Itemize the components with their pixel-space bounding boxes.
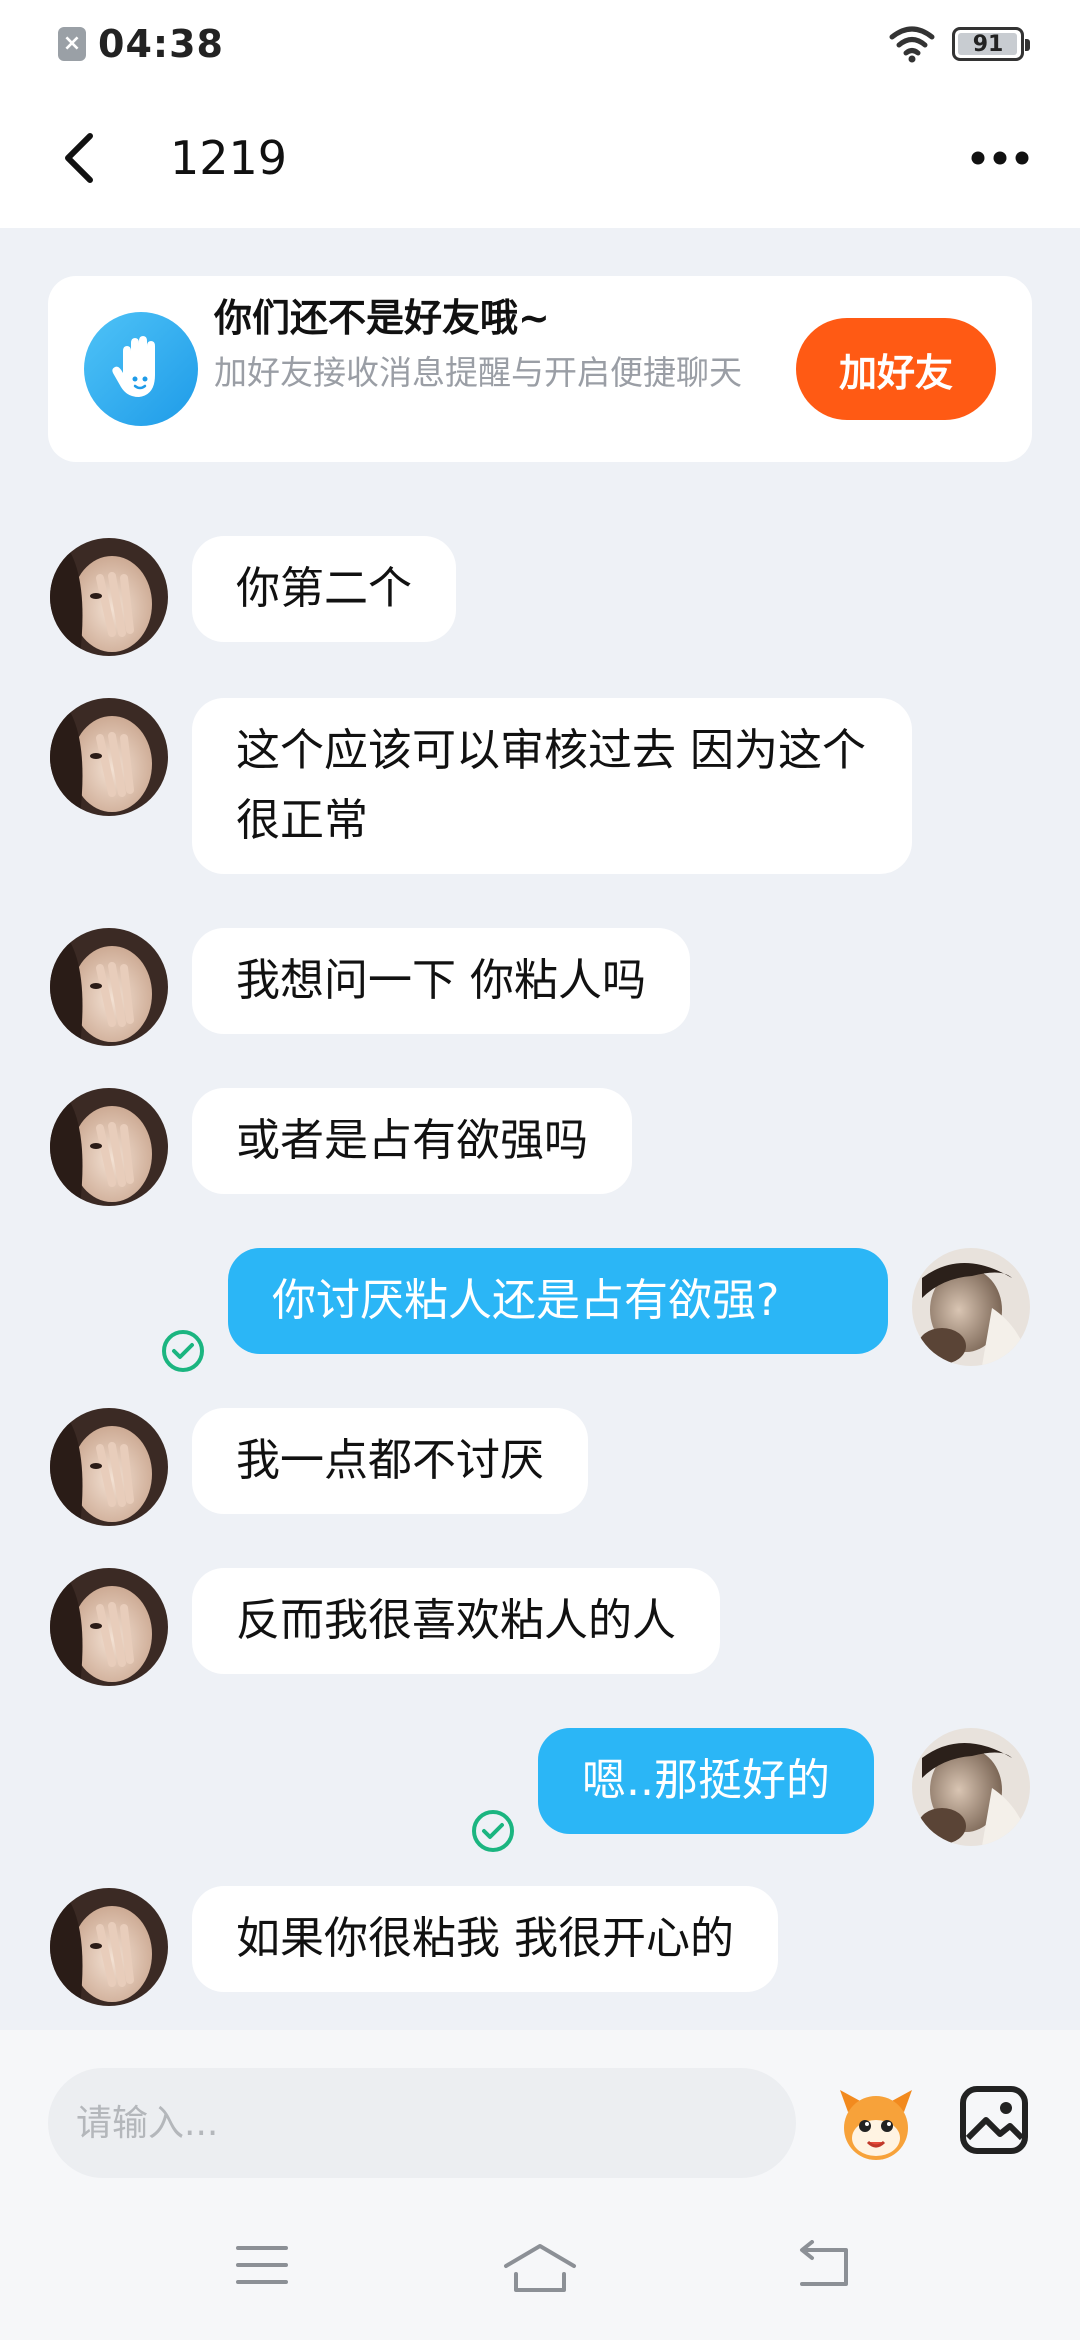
status-left: × 04:38: [58, 22, 224, 66]
message-bubble[interactable]: 如果你很粘我 我很开心的: [192, 1886, 778, 1992]
contact-avatar[interactable]: [50, 1568, 168, 1686]
page-title: 1219: [170, 131, 288, 185]
menu-button[interactable]: [232, 2240, 312, 2300]
banner-subtitle: 加好友接收消息提醒与开启便捷聊天: [214, 353, 742, 392]
hand-wave-icon: [84, 312, 198, 426]
user-avatar[interactable]: [912, 1248, 1030, 1366]
notification-dismissed-icon: ×: [58, 27, 86, 61]
status-bar: × 04:38 91: [0, 0, 1080, 88]
more-dots-icon: [971, 151, 1029, 165]
add-friend-banner: 你们还不是好友哦~ 加好友接收消息提醒与开启便捷聊天 加好友: [48, 276, 1032, 462]
status-time: 04:38: [98, 22, 224, 66]
banner-title: 你们还不是好友哦~: [214, 296, 550, 340]
user-avatar[interactable]: [912, 1728, 1030, 1846]
status-right: 91: [888, 25, 1030, 63]
wifi-icon: [889, 26, 935, 63]
sent-check-icon: [162, 1330, 204, 1372]
system-nav-bar: [0, 2200, 1080, 2340]
menu-icon: [236, 2246, 288, 2284]
emoji-button[interactable]: [834, 2082, 918, 2166]
battery-icon: 91: [952, 27, 1030, 61]
back-button[interactable]: [20, 88, 140, 228]
contact-avatar[interactable]: [50, 1088, 168, 1206]
chat-header: 1219: [0, 88, 1080, 228]
contact-avatar[interactable]: [50, 928, 168, 1046]
back-icon: [800, 2240, 848, 2286]
nav-back-button[interactable]: [790, 2240, 870, 2300]
input-bar: [0, 2030, 1080, 2200]
chevron-left-icon: [65, 133, 93, 183]
message-bubble[interactable]: 你第二个: [192, 536, 456, 642]
message-input[interactable]: [48, 2068, 796, 2178]
message-bubble[interactable]: 我想问一下 你粘人吗: [192, 928, 690, 1034]
contact-avatar[interactable]: [50, 538, 168, 656]
home-icon: [504, 2244, 576, 2292]
contact-avatar[interactable]: [50, 1888, 168, 2006]
message-bubble-sent[interactable]: 你讨厌粘人还是占有欲强?: [228, 1248, 888, 1354]
image-icon: [960, 2086, 1028, 2154]
emoji-mascot-icon: [840, 2090, 912, 2160]
message-bubble[interactable]: 反而我很喜欢粘人的人: [192, 1568, 720, 1674]
add-friend-button[interactable]: 加好友: [796, 318, 996, 420]
message-bubble[interactable]: 这个应该可以审核过去 因为这个很正常: [192, 698, 912, 874]
home-button[interactable]: [500, 2240, 580, 2300]
message-bubble-sent[interactable]: 嗯..那挺好的: [538, 1728, 874, 1834]
contact-avatar[interactable]: [50, 698, 168, 816]
more-options-button[interactable]: [940, 88, 1060, 228]
battery-level: 91: [972, 31, 1004, 57]
message-bubble[interactable]: 我一点都不讨厌: [192, 1408, 588, 1514]
image-button[interactable]: [958, 2084, 1030, 2156]
banner-text: 你们还不是好友哦~ 加好友接收消息提醒与开启便捷聊天: [214, 290, 814, 400]
sent-check-icon: [472, 1810, 514, 1852]
message-bubble[interactable]: 或者是占有欲强吗: [192, 1088, 632, 1194]
contact-avatar[interactable]: [50, 1408, 168, 1526]
